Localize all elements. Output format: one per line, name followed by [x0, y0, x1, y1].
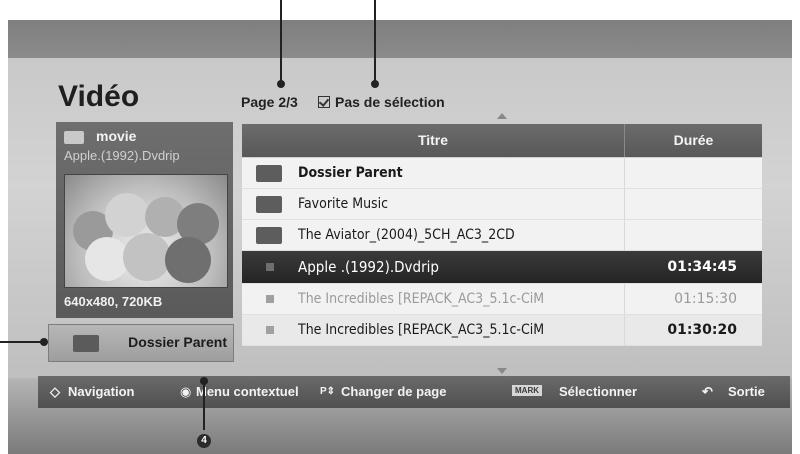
preview-resolution: 640x480, 720KB — [64, 294, 163, 309]
folder-icon — [64, 131, 84, 144]
list-item-name: The Incredibles [REPACK_AC3_5.1c-CiM — [298, 291, 545, 307]
file-icon — [266, 295, 274, 303]
preview-thumbnail — [64, 174, 228, 288]
list-item-file[interactable]: The Incredibles [REPACK_AC3_5.1c-CiM 01:… — [242, 315, 762, 346]
scroll-up-icon[interactable] — [497, 113, 507, 119]
selection-status-label: Pas de sélection — [335, 94, 445, 110]
bottom-help-bar: ◇ Navigation ◉ Menu contextuel P⇕ Change… — [38, 376, 790, 408]
ok-button-icon: ◉ — [180, 384, 192, 399]
folder-icon — [256, 196, 282, 213]
file-list-header: Titre Durée — [242, 124, 762, 157]
help-select: Sélectionner — [559, 384, 638, 399]
help-menu: Menu contextuel — [196, 384, 299, 399]
parent-folder-icon — [73, 335, 99, 352]
column-duration: Durée — [673, 132, 714, 148]
list-item-duration: 01:30:20 — [667, 322, 737, 338]
callout-dot — [277, 80, 285, 88]
preview-file-name: Apple.(1992).Dvdrip — [64, 148, 180, 163]
list-item-file[interactable]: The Incredibles [REPACK_AC3_5.1c-CiM 01:… — [242, 284, 762, 315]
help-page: Changer de page — [341, 384, 447, 399]
folder-icon — [256, 227, 282, 244]
parent-folder-button-label: Dossier Parent — [128, 334, 227, 350]
list-item-name: Favorite Music — [298, 196, 389, 212]
callout-badge: 4 — [197, 434, 211, 448]
column-title: Titre — [242, 124, 625, 157]
callout-dot — [200, 377, 208, 385]
list-item-name: Apple .(1992).Dvdrip — [298, 258, 439, 276]
list-item-duration: 01:34:45 — [667, 259, 737, 275]
page-title: Vidéo — [58, 80, 140, 113]
help-navigation: Navigation — [68, 384, 135, 399]
list-item-name: The Incredibles [REPACK_AC3_5.1c-CiM — [298, 322, 545, 338]
list-item-parent[interactable]: Dossier Parent — [242, 158, 762, 189]
list-item-duration: 01:15:30 — [674, 291, 737, 307]
mark-key-icon: MARK — [512, 385, 542, 396]
callout-line — [203, 380, 205, 430]
help-exit: Sortie — [728, 384, 765, 399]
preview-folder-name: movie — [96, 128, 137, 144]
list-item-selected[interactable]: Apple .(1992).Dvdrip 01:34:45 — [242, 251, 762, 284]
file-list: Titre Durée Dossier Parent Favorite Musi… — [242, 124, 762, 362]
file-icon — [266, 263, 274, 271]
parent-folder-button[interactable]: Dossier Parent — [48, 324, 234, 362]
page-key-icon: P⇕ — [320, 386, 336, 397]
callout-line — [280, 0, 282, 84]
selection-status: Pas de sélection — [318, 94, 445, 110]
parent-folder-icon — [256, 165, 282, 182]
list-item-name: The Aviator_(2004)_5CH_AC3_2CD — [298, 227, 515, 243]
list-item-name: Dossier Parent — [298, 165, 403, 181]
callout-dot — [371, 80, 379, 88]
exit-icon: ↶ — [702, 384, 713, 399]
list-item-folder[interactable]: Favorite Music — [242, 189, 762, 220]
callout-line — [374, 0, 376, 84]
scroll-down-icon[interactable] — [497, 368, 507, 374]
file-icon — [266, 326, 274, 334]
list-item-folder[interactable]: The Aviator_(2004)_5CH_AC3_2CD — [242, 220, 762, 251]
preview-panel: movie Apple.(1992).Dvdrip 640x480, 720KB — [56, 122, 233, 318]
nav-arrows-icon: ◇ — [50, 384, 60, 399]
callout-dot — [40, 338, 48, 346]
page-indicator: Page 2/3 — [241, 94, 298, 110]
checkbox-icon — [318, 96, 330, 108]
